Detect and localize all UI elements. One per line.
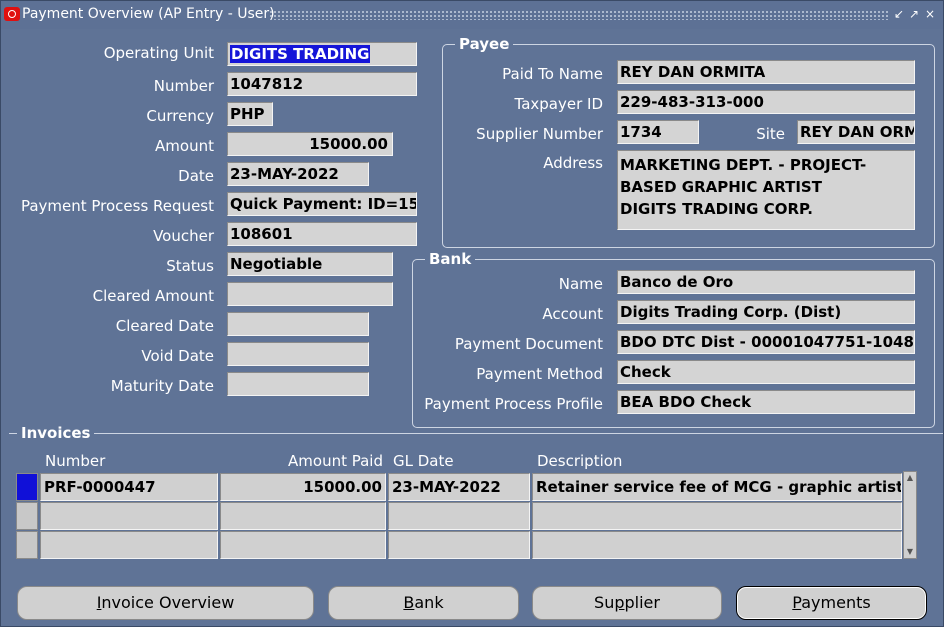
- status-label: Status: [166, 257, 214, 275]
- status-field[interactable]: Negotiable: [227, 252, 393, 276]
- invoice-amount-cell[interactable]: 15000.00: [220, 473, 386, 501]
- operating-unit-label: Operating Unit: [103, 44, 214, 62]
- invoice-gl-date-cell[interactable]: [388, 502, 530, 530]
- button-label: nvoice Overview: [101, 593, 235, 612]
- operating-unit-field[interactable]: DIGITS TRADING: [227, 42, 417, 66]
- paid-to-name-label: Paid To Name: [502, 65, 603, 83]
- invoices-scrollbar[interactable]: ▲ ▼: [903, 471, 917, 559]
- payments-button[interactable]: Payments: [736, 586, 927, 620]
- payee-group-title: Payee: [455, 35, 514, 53]
- invoice-number-cell[interactable]: [40, 502, 218, 530]
- button-label: ank: [414, 593, 444, 612]
- paid-to-name-field[interactable]: REY DAN ORMITA: [617, 60, 915, 84]
- address-line: DIGITS TRADING CORP.: [620, 200, 813, 218]
- bank-name-label: Name: [558, 275, 603, 293]
- maturity-date-field[interactable]: [227, 372, 369, 396]
- invoice-amount-cell[interactable]: [220, 502, 386, 530]
- col-header-description: Description: [537, 452, 623, 470]
- col-header-gl-date: GL Date: [393, 452, 454, 470]
- maturity-date-label: Maturity Date: [110, 377, 214, 395]
- supplier-number-label: Supplier Number: [476, 125, 603, 143]
- maximize-icon[interactable]: ↗: [909, 7, 919, 21]
- bank-button[interactable]: Bank: [328, 586, 519, 620]
- bank-group-title: Bank: [425, 250, 476, 268]
- button-label: Su: [594, 593, 615, 612]
- cleared-amount-field[interactable]: [227, 282, 393, 306]
- button-label: plier: [624, 593, 660, 612]
- accel-key: P: [792, 593, 802, 612]
- payment-method-field[interactable]: Check: [617, 360, 915, 384]
- invoice-gl-date-cell[interactable]: 23-MAY-2022: [388, 473, 530, 501]
- number-field[interactable]: 1047812: [227, 72, 417, 96]
- currency-label: Currency: [146, 107, 214, 125]
- payment-method-label: Payment Method: [476, 365, 603, 383]
- supplier-button[interactable]: Supplier: [532, 586, 722, 620]
- invoice-description-cell[interactable]: Retainer service fee of MCG - graphic ar…: [532, 473, 902, 501]
- payment-document-label: Payment Document: [454, 335, 603, 353]
- accel-key: B: [403, 593, 415, 612]
- bank-name-field[interactable]: Banco de Oro: [617, 270, 915, 294]
- site-label: Site: [756, 125, 785, 143]
- payment-process-request-label: Payment Process Request: [20, 197, 214, 215]
- site-field[interactable]: REY DAN ORM: [797, 120, 915, 144]
- invoice-overview-button[interactable]: Invoice Overview: [17, 586, 314, 620]
- taxpayer-id-label: Taxpayer ID: [514, 95, 603, 113]
- invoice-number-cell[interactable]: PRF-0000447: [40, 473, 218, 501]
- row-selector[interactable]: [16, 502, 38, 530]
- amount-field[interactable]: 15000.00: [227, 132, 393, 156]
- number-label: Number: [153, 77, 214, 95]
- invoice-number-cell[interactable]: [40, 531, 218, 559]
- operating-unit-value: DIGITS TRADING: [230, 45, 371, 63]
- title-bar-grip: [269, 10, 889, 20]
- invoices-title: Invoices: [17, 424, 95, 442]
- address-field[interactable]: MARKETING DEPT. - PROJECT- BASED GRAPHIC…: [617, 150, 915, 230]
- payment-process-profile-label: Payment Process Profile: [424, 395, 603, 413]
- window-title: Payment Overview (AP Entry - User): [22, 6, 275, 22]
- accel-key: p: [614, 593, 625, 612]
- taxpayer-id-field[interactable]: 229-483-313-000: [617, 90, 915, 114]
- col-header-amount-paid: Amount Paid: [288, 452, 383, 470]
- address-line: MARKETING DEPT. - PROJECT-: [620, 156, 867, 174]
- cleared-date-field[interactable]: [227, 312, 369, 336]
- col-header-number: Number: [45, 452, 106, 470]
- void-date-label: Void Date: [141, 347, 214, 365]
- oracle-app-icon: [4, 7, 20, 21]
- cleared-date-label: Cleared Date: [115, 317, 214, 335]
- invoice-description-cell[interactable]: [532, 531, 902, 559]
- row-selector[interactable]: [16, 531, 38, 559]
- scroll-up-icon[interactable]: ▲: [905, 473, 915, 483]
- close-icon[interactable]: ×: [925, 7, 935, 21]
- bank-account-label: Account: [542, 305, 603, 323]
- payment-process-profile-field[interactable]: BEA BDO Check: [617, 390, 915, 414]
- void-date-field[interactable]: [227, 342, 369, 366]
- date-label: Date: [178, 167, 214, 185]
- currency-field[interactable]: PHP: [227, 102, 273, 126]
- title-bar[interactable]: Payment Overview (AP Entry - User) ↙ ↗ ×: [1, 1, 943, 29]
- supplier-number-field[interactable]: 1734: [617, 120, 699, 144]
- cleared-amount-label: Cleared Amount: [92, 287, 214, 305]
- invoice-gl-date-cell[interactable]: [388, 531, 530, 559]
- invoices-divider: [9, 433, 943, 434]
- date-field[interactable]: 23-MAY-2022: [227, 162, 369, 186]
- button-label: ayments: [801, 593, 871, 612]
- invoice-description-cell[interactable]: [532, 502, 902, 530]
- scroll-down-icon[interactable]: ▼: [905, 547, 915, 557]
- address-label: Address: [543, 154, 603, 172]
- voucher-label: Voucher: [153, 227, 214, 245]
- voucher-field[interactable]: 108601: [227, 222, 417, 246]
- minimize-icon[interactable]: ↙: [894, 7, 904, 21]
- payment-overview-window: Payment Overview (AP Entry - User) ↙ ↗ ×…: [0, 0, 944, 627]
- payment-document-field[interactable]: BDO DTC Dist - 00001047751-1048250: [617, 330, 915, 354]
- row-selector[interactable]: [16, 473, 38, 501]
- amount-label: Amount: [155, 137, 214, 155]
- payment-process-request-field[interactable]: Quick Payment: ID=1534: [227, 192, 417, 216]
- bank-account-field[interactable]: Digits Trading Corp. (Dist): [617, 300, 915, 324]
- address-line: BASED GRAPHIC ARTIST: [620, 178, 822, 196]
- invoice-amount-cell[interactable]: [220, 531, 386, 559]
